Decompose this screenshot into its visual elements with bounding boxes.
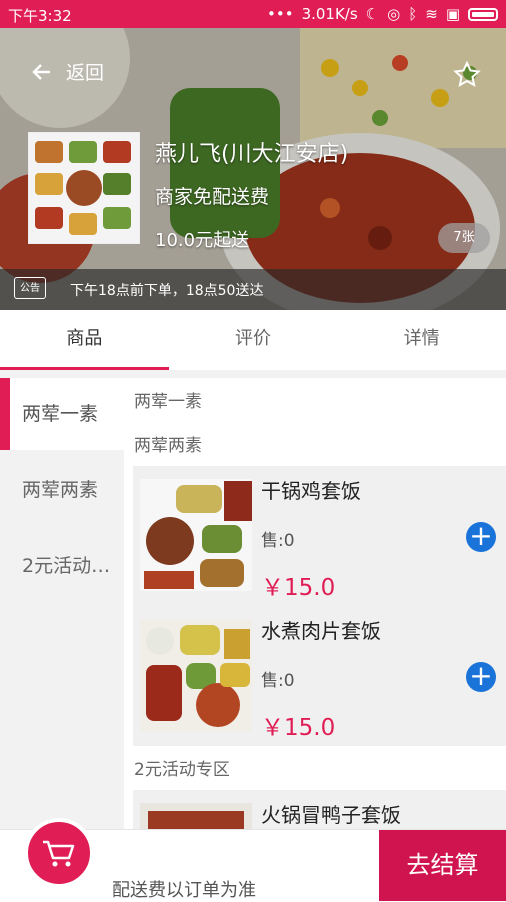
section-title: 两荤一素 <box>134 392 202 412</box>
back-arrow-icon <box>32 63 50 80</box>
product-item[interactable]: 水煮肉片套饭 售:0 ￥15.0 + <box>133 606 506 746</box>
notice-bar[interactable]: 公告 下午18点前下单，18点50送达 <box>0 269 506 310</box>
product-item[interactable]: 干锅鸡套饭 售:0 ￥15.0 + <box>133 466 506 606</box>
star-icon <box>453 60 481 87</box>
product-image <box>140 619 252 731</box>
add-to-cart-button[interactable]: + <box>466 522 496 552</box>
shop-name: 燕儿飞(川大江安店) <box>155 142 349 167</box>
plus-icon: + <box>469 519 493 552</box>
sim-icon: ▣ <box>445 5 460 23</box>
product-sold-count: 售:0 <box>261 671 295 691</box>
delivery-fee-tip: 配送费以订单为准 <box>112 880 256 901</box>
section-title: 2元活动专区 <box>134 760 230 780</box>
category-item-two-meat-one-veg[interactable]: 两荤一素 <box>0 378 124 450</box>
divider <box>0 370 506 378</box>
product-image <box>140 803 252 830</box>
wifi-icon: ≋ <box>425 5 438 23</box>
cart-button[interactable] <box>24 818 94 888</box>
plus-icon: + <box>469 659 493 692</box>
section-items: 干锅鸡套饭 售:0 ￥15.0 + 水煮肉片套饭 售:0 ￥15.0 + <box>133 466 506 746</box>
photo-count-badge[interactable]: 7张 <box>438 223 490 253</box>
tab-reviews[interactable]: 评价 <box>169 310 338 370</box>
back-label: 返回 <box>66 62 105 84</box>
product-thumbnail <box>140 803 252 830</box>
favorite-star-button[interactable] <box>452 60 482 94</box>
category-item-two-meat-two-veg[interactable]: 两荤两素 <box>0 454 124 526</box>
battery-icon <box>468 7 498 21</box>
product-name: 火锅冒鸭子套饭 <box>261 803 401 827</box>
bluetooth-icon: ᛒ <box>408 5 418 23</box>
checkout-button[interactable]: 去结算 <box>379 830 506 901</box>
bottom-bar: 配送费以订单为准 去结算 <box>0 818 506 901</box>
notice-text: 下午18点前下单，18点50送达 <box>70 283 264 299</box>
product-sold-count: 售:0 <box>261 531 295 551</box>
product-thumbnail <box>140 619 252 731</box>
tab-details[interactable]: 详情 <box>337 310 506 370</box>
product-price: ￥15.0 <box>261 575 336 601</box>
alarm-icon: ◎ <box>387 5 401 23</box>
product-name: 干锅鸡套饭 <box>261 479 361 503</box>
section-items: 火锅冒鸭子套饭 <box>133 790 506 830</box>
status-bar: 下午3:32 ••• 3.01K/s ☾ ◎ ᛒ ≋ ▣ <box>0 0 506 28</box>
shop-logo-image <box>29 133 139 243</box>
status-time: 下午3:32 <box>8 7 72 25</box>
delivery-fee-info: 商家免配送费 <box>155 186 270 208</box>
add-to-cart-button[interactable]: + <box>466 662 496 692</box>
cart-icon <box>43 840 75 867</box>
category-sidebar: 两荤一素 两荤两素 2元活动… <box>0 378 124 830</box>
back-button[interactable]: 返回 <box>30 58 104 85</box>
shop-header: 返回 燕儿飞(川大江安店) 商家免配送费 10.0元起送 7张 公告 下午18点… <box>0 28 506 310</box>
more-dots-icon: ••• <box>267 5 294 23</box>
status-icons: ••• 3.01K/s ☾ ◎ ᛒ ≋ ▣ <box>267 5 498 23</box>
product-name: 水煮肉片套饭 <box>261 619 381 643</box>
product-list: 两荤一素 两荤两素 干锅鸡套饭 售:0 ￥15.0 + 水煮肉片套饭 售:0 ￥… <box>124 378 506 830</box>
network-speed: 3.01K/s <box>301 5 358 23</box>
shop-logo <box>28 132 140 244</box>
min-order-info: 10.0元起送 <box>155 230 250 251</box>
product-thumbnail <box>140 479 252 591</box>
moon-icon: ☾ <box>365 5 380 23</box>
tab-products[interactable]: 商品 <box>0 310 169 370</box>
tab-bar: 商品 评价 详情 <box>0 310 506 371</box>
product-item[interactable]: 火锅冒鸭子套饭 <box>133 790 506 830</box>
product-price: ￥15.0 <box>261 715 336 741</box>
category-item-promo[interactable]: 2元活动… <box>0 530 124 602</box>
section-title: 两荤两素 <box>134 436 202 456</box>
notice-tag: 公告 <box>14 277 46 299</box>
product-image <box>140 479 252 591</box>
